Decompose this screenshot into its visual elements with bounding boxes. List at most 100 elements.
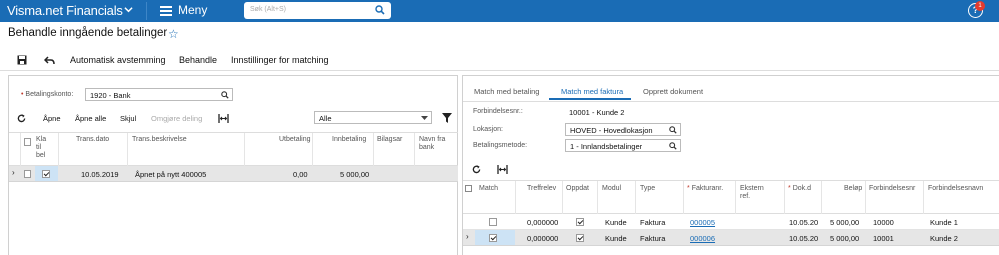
file-icon — [24, 138, 31, 146]
payment-method-value: 1 - Innlandsbetalinger — [570, 142, 643, 151]
search-placeholder: Søk (Alt+S) — [250, 6, 286, 13]
col-deposit[interactable]: Innbetaling — [332, 136, 366, 144]
search-input[interactable]: Søk (Alt+S) — [244, 2, 391, 19]
search-icon[interactable] — [669, 142, 677, 150]
col-update[interactable]: Oppdat — [566, 185, 589, 193]
filter-value: Alle — [319, 114, 332, 123]
match-checkbox[interactable] — [489, 218, 497, 226]
col-doc-date[interactable]: * Dok.d — [788, 185, 811, 193]
chevron-down-icon[interactable] — [124, 5, 133, 14]
row-payout: 0,00 — [293, 170, 308, 179]
col-bp-name[interactable]: Forbindelsesnavn — [928, 185, 983, 193]
location-value: HOVED - Hovedlokasjon — [570, 126, 653, 135]
row-pointer-icon: › — [12, 168, 15, 177]
match-checkbox[interactable] — [489, 234, 497, 242]
menu-button[interactable]: Meny — [160, 3, 207, 18]
undo-split-button: Omgjøre deling — [151, 114, 203, 123]
row-bp: 10001 — [873, 234, 894, 243]
search-icon[interactable] — [375, 5, 385, 15]
search-icon[interactable] — [221, 91, 229, 99]
col-hit[interactable]: Treffrelev — [527, 185, 556, 193]
top-bar: Visma.net Financials Meny Søk (Alt+S) ? … — [0, 0, 999, 22]
hide-button[interactable]: Skjul — [120, 114, 136, 123]
transactions-grid-header: Kla til bel Trans.dato Trans.beskrivelse… — [9, 132, 458, 166]
open-button[interactable]: Åpne — [43, 114, 61, 123]
open-all-button[interactable]: Åpne alle — [75, 114, 106, 123]
col-trans-desc[interactable]: Trans.beskrivelse — [132, 136, 187, 144]
table-row[interactable]: › 10.05.2019 Åpnet på nytt 400005 0,00 5… — [9, 166, 458, 182]
undo-icon[interactable] — [44, 56, 55, 65]
row-amount: 5 000,00 — [830, 218, 860, 227]
main-toolbar: Automatisk avstemming Behandle Innstilli… — [0, 49, 999, 71]
page-title: Behandle inngående betalinger — [8, 27, 168, 39]
filter-select[interactable]: Alle — [314, 111, 432, 124]
ready-checkbox[interactable] — [42, 170, 50, 178]
active-tab-indicator — [549, 98, 631, 100]
payment-method-field[interactable]: 1 - Innlandsbetalinger — [565, 139, 681, 152]
col-trans-date[interactable]: Trans.dato — [76, 136, 109, 144]
row-type: Faktura — [640, 234, 666, 243]
filter-icon[interactable] — [442, 113, 452, 123]
supplier-value: 10001 - Kunde 2 — [569, 108, 625, 117]
hamburger-icon — [160, 4, 172, 18]
file-icon — [24, 170, 31, 178]
transactions-pane: • Betalingskonto: 1920 - Bank Åpne Åpne … — [8, 75, 458, 255]
account-value: 1920 - Bank — [90, 91, 131, 100]
grid-icon — [465, 185, 472, 192]
col-module[interactable]: Modul — [602, 185, 621, 193]
location-field[interactable]: HOVED - Hovedlokasjon — [565, 123, 681, 136]
row-hit: 0,000000 — [527, 234, 559, 243]
invoice-link[interactable]: 000006 — [690, 234, 715, 243]
supplier-label: Forbindelsesnr.: — [473, 108, 523, 115]
update-checkbox[interactable] — [576, 218, 584, 226]
row-module: Kunde — [605, 218, 627, 227]
row-amount: 5 000,00 — [830, 234, 860, 243]
tab-match-invoice[interactable]: Match med faktura — [561, 87, 623, 96]
auto-match-button[interactable]: Automatisk avstemming — [70, 55, 166, 65]
refresh-icon[interactable] — [472, 165, 481, 174]
row-desc: Åpnet på nytt 400005 — [135, 170, 207, 179]
row-bp-name: Kunde 1 — [930, 218, 958, 227]
col-invoice[interactable]: * Fakturanr. — [687, 185, 723, 193]
tab-match-payment[interactable]: Match med betaling — [474, 87, 539, 96]
process-button[interactable]: Behandle — [179, 55, 217, 65]
row-deposit: 5 000,00 — [340, 170, 370, 179]
menu-label: Meny — [178, 3, 208, 17]
chevron-down-icon — [421, 116, 428, 120]
row-hit: 0,000000 — [527, 218, 559, 227]
divider — [146, 2, 147, 20]
col-payout[interactable]: Utbetaling — [279, 136, 311, 144]
row-bp-name: Kunde 2 — [930, 234, 958, 243]
location-label: Lokasjon: — [473, 126, 503, 133]
col-doc[interactable]: Bilagsar — [377, 136, 402, 144]
search-icon[interactable] — [669, 126, 677, 134]
row-doc-date: 10.05.20 — [789, 218, 819, 227]
row-date: 10.05.2019 — [81, 170, 119, 179]
row-type: Faktura — [640, 218, 666, 227]
app-name[interactable]: Visma.net Financials — [7, 3, 123, 18]
col-type[interactable]: Type — [640, 185, 655, 193]
tab-create-document[interactable]: Opprett dokument — [643, 87, 703, 96]
table-row[interactable]: › 0,000000 Kunde Faktura 000006 10.05.20… — [463, 230, 999, 246]
row-bp: 10000 — [873, 218, 894, 227]
col-ext-ref[interactable]: Ekstern ref. — [740, 185, 770, 201]
row-module: Kunde — [605, 234, 627, 243]
invoice-link[interactable]: 000005 — [690, 218, 715, 227]
save-icon[interactable] — [17, 55, 27, 65]
account-field[interactable]: 1920 - Bank — [85, 88, 233, 101]
invoices-grid-header: Match Treffrelev Oppdat Modul Type * Fak… — [463, 180, 999, 214]
favorite-star-icon[interactable]: ☆ — [168, 27, 179, 41]
refresh-icon[interactable] — [17, 114, 26, 123]
notification-badge[interactable]: 1 — [975, 1, 985, 11]
matching-settings-button[interactable]: Innstillinger for matching — [231, 55, 329, 65]
col-amount[interactable]: Beløp — [844, 185, 862, 193]
col-bp[interactable]: Forbindelsesnr — [869, 185, 915, 193]
fit-columns-icon[interactable] — [218, 114, 229, 123]
update-checkbox[interactable] — [576, 234, 584, 242]
col-match[interactable]: Match — [479, 185, 498, 193]
table-row[interactable]: 0,000000 Kunde Faktura 000005 10.05.20 5… — [463, 214, 999, 230]
row-doc-date: 10.05.20 — [789, 234, 819, 243]
col-bank-name[interactable]: Navn fra bank — [419, 136, 454, 152]
fit-columns-icon[interactable] — [497, 165, 508, 174]
col-ready[interactable]: Kla til bel — [36, 136, 50, 160]
